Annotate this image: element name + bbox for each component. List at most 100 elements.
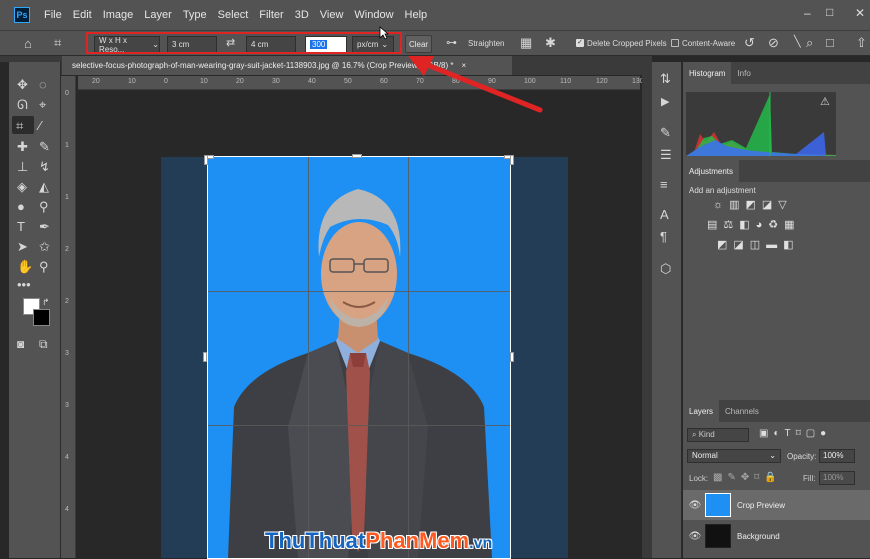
tab-info[interactable]: Info <box>731 62 756 84</box>
minimize-button[interactable]: – <box>804 6 811 20</box>
ruler-tick: 30 <box>272 78 280 85</box>
brushes-icon[interactable]: ☰ <box>660 148 672 161</box>
menu-edit[interactable]: Edit <box>73 9 92 21</box>
paragraph-icon[interactable]: ¶ <box>660 230 667 243</box>
character-icon[interactable]: ≡ <box>660 178 668 191</box>
menu-filter[interactable]: Filter <box>259 9 283 21</box>
screen-mode-icon[interactable]: ⧉ <box>39 338 48 351</box>
menu-view[interactable]: View <box>320 9 344 21</box>
marquee-tool-icon[interactable]: ◌ <box>39 78 47 91</box>
dodge-tool-icon[interactable]: ⚲ <box>39 200 49 213</box>
3d-icon[interactable]: ⬡ <box>660 262 671 275</box>
opacity-field[interactable]: 100% <box>819 449 855 463</box>
scroll-strip[interactable] <box>642 56 652 558</box>
tab-adjustments[interactable]: Adjustments <box>683 160 740 182</box>
home-icon[interactable]: ⌂ <box>24 37 32 50</box>
crop-handle-top-left[interactable] <box>204 155 208 165</box>
adjustment-icons-row-2[interactable]: ▤⚖◧◕♻▦ <box>707 218 801 231</box>
quick-mask-icon[interactable]: ◙ <box>17 338 24 351</box>
ruler-tick: 4 <box>65 506 69 513</box>
ruler-tick: 3 <box>65 350 69 357</box>
blur-tool-icon[interactable]: ● <box>17 200 25 213</box>
adjustment-icons-row-3[interactable]: ◩◪◫▬◧ <box>717 238 800 251</box>
menu-bar: Ps File Edit Image Layer Type Select Fil… <box>0 0 870 30</box>
adjustments-hint: Add an adjustment <box>689 186 756 195</box>
mouse-cursor-icon <box>379 26 389 40</box>
tab-layers[interactable]: Layers <box>683 400 720 422</box>
ruler-tick: 10 <box>128 78 136 85</box>
crop-tool-icon[interactable]: ⌗ <box>54 36 61 49</box>
type-panel-icon[interactable]: A <box>660 208 669 221</box>
lasso-tool-icon[interactable]: ᘏ <box>17 98 28 111</box>
fill-field[interactable]: 100% <box>819 471 855 485</box>
layer-row-crop-preview[interactable]: 👁 Crop Preview <box>683 490 870 520</box>
content-aware-checkbox[interactable] <box>671 39 679 47</box>
ruler-tick: 2 <box>65 298 69 305</box>
menu-file[interactable]: File <box>44 9 62 21</box>
crop-handle-left[interactable] <box>203 352 207 362</box>
straighten-icon[interactable]: ⊶ <box>446 37 457 50</box>
blend-mode-dropdown[interactable]: Normal ⌄ <box>687 449 781 463</box>
tab-histogram[interactable]: Histogram <box>683 62 732 84</box>
move-tool-icon[interactable]: ✥ <box>17 78 28 91</box>
menu-select[interactable]: Select <box>218 9 249 21</box>
layer-kind-filter[interactable]: ⌕ Kind <box>687 428 749 442</box>
tools-panel: ✥ ◌ ᘏ ⌖ ⌗ ⁄ ✚ ✎ ⊥ ↯ ◈ ◭ ● ⚲ T ✒ ➤ ✩ ✋ ⚲ … <box>9 62 61 558</box>
delete-cropped-checkbox[interactable]: ✓ <box>576 39 584 47</box>
workspace-icon[interactable]: □ <box>826 36 834 49</box>
brush-tool-icon[interactable]: ✎ <box>39 140 50 153</box>
layer-filter-icons[interactable]: ▣◐T⌑▢● <box>759 428 831 439</box>
crop-handle-right[interactable] <box>510 352 514 362</box>
content-aware-label: Content-Aware <box>682 39 736 48</box>
ruler-tick: 1 <box>65 142 69 149</box>
eye-icon[interactable]: 👁 <box>688 531 702 542</box>
close-window-button[interactable]: ✕ <box>855 6 865 20</box>
search-icon[interactable]: ⌕ <box>806 36 813 49</box>
history-brush-icon[interactable]: ↯ <box>39 160 50 173</box>
type-tool-icon[interactable]: T <box>17 220 25 233</box>
histogram-tabs: Histogram Info <box>683 62 870 84</box>
cancel-icon[interactable]: ⊘ <box>768 36 779 49</box>
shape-tool-icon[interactable]: ✩ <box>39 240 50 253</box>
histogram-graph <box>686 92 836 156</box>
lock-icons[interactable]: ▩✎✥⌑🔒 <box>713 472 782 483</box>
gear-icon[interactable]: ✱ <box>545 36 556 49</box>
brush-settings-icon[interactable]: ✎ <box>660 126 671 139</box>
opacity-label: Opacity: <box>787 452 817 461</box>
path-select-icon[interactable]: ➤ <box>17 240 28 253</box>
crop-handle-top[interactable] <box>352 154 362 158</box>
stamp-tool-icon[interactable]: ⊥ <box>17 160 28 173</box>
more-tools-icon[interactable]: ••• <box>17 278 31 291</box>
commit-icon[interactable]: ╲ <box>794 36 801 49</box>
ruler-tick: 20 <box>92 78 100 85</box>
paint-bucket-icon[interactable]: ◭ <box>39 180 49 193</box>
undo-icon[interactable]: ↺ <box>744 36 755 49</box>
background-color-swatch[interactable] <box>33 309 50 326</box>
menu-3d[interactable]: 3D <box>295 9 309 21</box>
menu-type[interactable]: Type <box>183 9 207 21</box>
crop-handle-top-right[interactable] <box>510 155 514 165</box>
eye-icon[interactable]: 👁 <box>688 500 702 511</box>
eraser-tool-icon[interactable]: ◈ <box>17 180 27 193</box>
overlay-grid-icon[interactable]: ▦ <box>520 36 532 49</box>
menu-window[interactable]: Window <box>354 9 393 21</box>
menu-layer[interactable]: Layer <box>144 9 172 21</box>
crop-tool-icon[interactable]: ⌗ <box>16 119 23 132</box>
layer-row-background[interactable]: 👁 Background <box>683 521 870 551</box>
zoom-tool-icon[interactable]: ⚲ <box>39 260 49 273</box>
menu-help[interactable]: Help <box>405 9 428 21</box>
adjustment-icons-row-1[interactable]: ☼▥◩◪▽ <box>713 198 793 211</box>
healing-brush-icon[interactable]: ✚ <box>17 140 28 153</box>
tab-channels[interactable]: Channels <box>719 400 765 422</box>
history-panel-icon[interactable]: ⇅ <box>660 72 671 85</box>
play-actions-icon[interactable]: ▶ <box>661 96 669 109</box>
hand-tool-icon[interactable]: ✋ <box>17 260 33 273</box>
swap-colors-icon[interactable]: ↱ <box>42 296 50 309</box>
eyedropper-tool-icon[interactable]: ⁄ <box>39 119 41 132</box>
pen-tool-icon[interactable]: ✒ <box>39 220 50 233</box>
menu-image[interactable]: Image <box>103 9 134 21</box>
straighten-label[interactable]: Straighten <box>468 39 504 48</box>
share-icon[interactable]: ⇧ <box>856 36 867 49</box>
restore-button[interactable]: □ <box>826 5 833 19</box>
quick-select-tool-icon[interactable]: ⌖ <box>39 98 46 111</box>
